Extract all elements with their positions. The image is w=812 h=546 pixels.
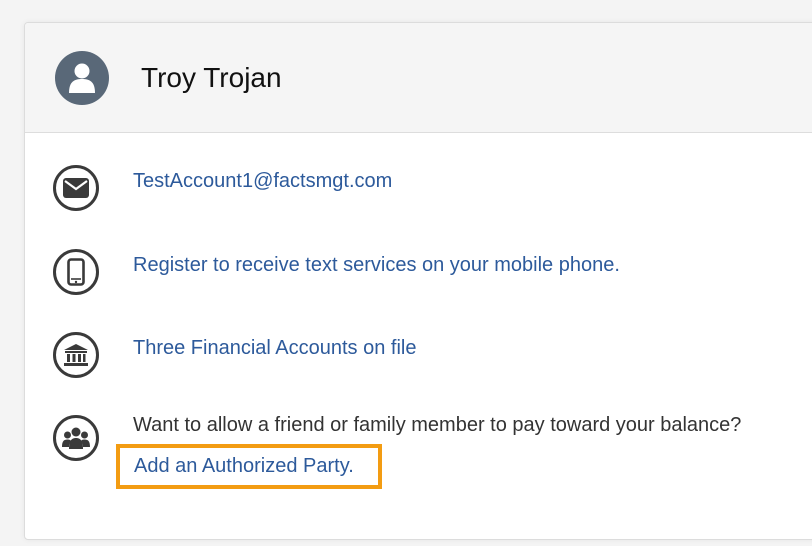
envelope-icon: [53, 165, 99, 211]
group-icon: [53, 415, 99, 461]
email-link[interactable]: TestAccount1@factsmgt.com: [133, 165, 392, 198]
authorized-party-row: Want to allow a friend or family member …: [53, 409, 793, 489]
bank-icon: [53, 332, 99, 378]
email-row: TestAccount1@factsmgt.com: [53, 165, 793, 211]
profile-card: Troy Trojan TestAccount1@factsmgt.com Re…: [24, 22, 812, 540]
add-authorized-party-link[interactable]: Add an Authorized Party.: [134, 450, 354, 483]
financial-accounts-row: Three Financial Accounts on file: [53, 332, 793, 378]
authorized-party-prompt: Want to allow a friend or family member …: [133, 414, 742, 436]
profile-header: Troy Trojan: [25, 23, 812, 133]
financial-accounts-link[interactable]: Three Financial Accounts on file: [133, 332, 417, 365]
register-text-services-link[interactable]: Register to receive text services on you…: [133, 249, 620, 282]
user-icon: [55, 50, 109, 105]
user-name: Troy Trojan: [141, 61, 282, 93]
mobile-phone-icon: [53, 249, 99, 295]
authorized-party-highlight: Add an Authorized Party.: [116, 444, 382, 489]
mobile-row: Register to receive text services on you…: [53, 249, 793, 295]
